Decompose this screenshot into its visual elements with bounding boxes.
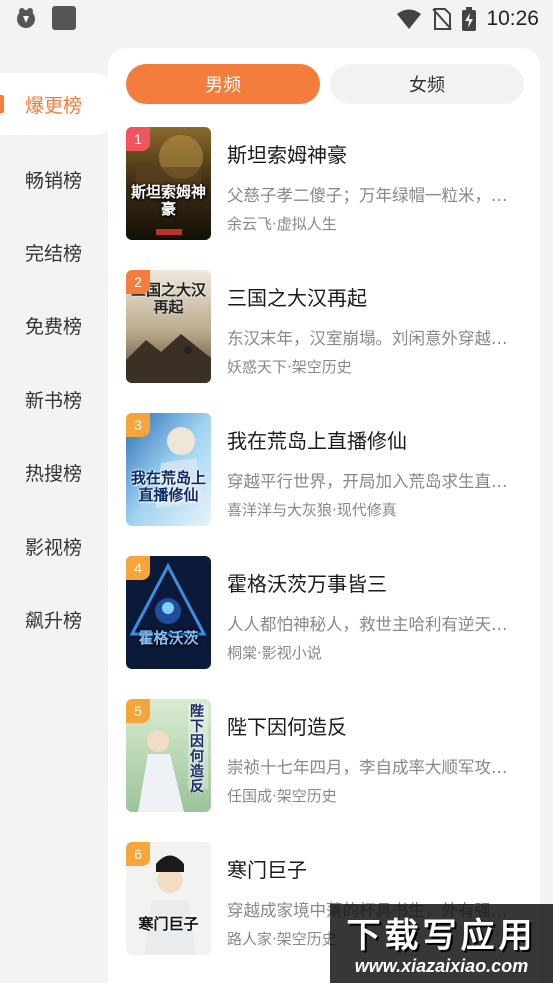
book-list-item[interactable]: 三国之大汉再起 2 三国之大汉再起 东汉末年，汉室崩塌。刘闲意外穿越到… 妖惑天… (126, 270, 526, 384)
tab-male[interactable]: 男频 (126, 64, 320, 104)
gender-tabs: 男频 女频 (126, 64, 524, 104)
sidebar-item-label: 热搜榜 (25, 462, 83, 485)
book-list-item[interactable]: 霍格沃茨 4 霍格沃茨万事皆三 人人都怕神秘人，救世主哈利有逆天的… 桐棠·影视… (126, 556, 526, 670)
book-category: 虚拟人生 (276, 215, 337, 233)
book-title: 我在荒岛上直播修仙 (227, 429, 407, 453)
sidebar-item-label: 新书榜 (25, 389, 83, 412)
tab-female[interactable]: 女频 (330, 64, 524, 104)
rank-badge: 3 (126, 413, 150, 437)
book-category: 影视小说 (261, 644, 322, 662)
sidebar-item-label: 爆更榜 (25, 94, 83, 117)
sidebar-item-yingshi[interactable]: 影视榜 (0, 515, 108, 577)
rank-badge: 2 (126, 270, 150, 294)
book-author: 路人家 (227, 930, 273, 948)
book-category: 架空历史 (276, 930, 337, 948)
cover-title: 斯坦索姆神豪 (130, 183, 206, 218)
book-cover: 三国之大汉再起 2 (126, 270, 211, 383)
rank-badge: 5 (126, 699, 150, 723)
book-author: 任国成 (227, 787, 273, 805)
sidebar-item-label: 影视榜 (25, 536, 83, 559)
no-sim-icon (432, 8, 453, 30)
book-author: 妖惑天下 (227, 358, 288, 376)
app-notification-icon (17, 8, 35, 28)
watermark-url: www.xiazaixiao.com (354, 956, 529, 976)
book-description: 人人都怕神秘人，救世主哈利有逆天的… (227, 615, 522, 634)
book-cover: 霍格沃茨 4 (126, 556, 211, 669)
sidebar-item-biaosheng[interactable]: 飙升榜 (0, 588, 108, 650)
book-list-item[interactable]: 斯坦索姆神豪 1 斯坦索姆神豪 父慈子孝二傻子；万年绿帽一粒米，一生… 余云飞·… (126, 127, 526, 241)
status-bar: 10:26 (0, 0, 553, 38)
book-meta: 喜洋洋与大灰狼·现代修真 (227, 499, 397, 520)
sidebar-item-xinshu[interactable]: 新书榜 (0, 368, 108, 430)
book-cover: 寒门巨子 6 (126, 842, 211, 955)
rank-badge: 1 (126, 127, 150, 151)
book-author: 喜洋洋与大灰狼 (227, 501, 333, 519)
book-cover: 陛下因何造反 5 (126, 699, 211, 812)
battery-charging-icon (462, 7, 477, 31)
book-description: 父慈子孝二傻子；万年绿帽一粒米，一生… (227, 186, 522, 205)
sidebar-item-label: 飙升榜 (25, 609, 83, 632)
status-icons: 10:26 (396, 4, 539, 34)
book-title: 寒门巨子 (227, 858, 307, 882)
rank-badge: 6 (126, 842, 150, 866)
sidebar-item-label: 免费榜 (25, 315, 83, 338)
clock: 10:26 (486, 7, 539, 30)
book-cover: 我在荒岛上直播修仙 3 (126, 413, 211, 526)
book-description: 崇祯十七年四月，李自成率大顺军攻入… (227, 758, 522, 777)
book-author: 余云飞 (227, 215, 273, 233)
book-title: 斯坦索姆神豪 (227, 143, 347, 167)
book-category: 架空历史 (291, 358, 352, 376)
book-author: 桐棠 (227, 644, 258, 662)
sidebar-item-label: 完结榜 (25, 242, 83, 265)
ranking-sidebar: 爆更榜 畅销榜 完结榜 免费榜 新书榜 热搜榜 影视榜 飙升榜 (0, 38, 110, 983)
cover-title: 霍格沃茨 (138, 629, 199, 647)
sidebar-item-mianfei[interactable]: 免费榜 (0, 294, 108, 356)
book-meta: 余云飞·虚拟人生 (227, 213, 337, 234)
book-list-item[interactable]: 陛下因何造反 5 陛下因何造反 崇祯十七年四月，李自成率大顺军攻入… 任国成·架… (126, 699, 526, 813)
sidebar-item-wanjie[interactable]: 完结榜 (0, 221, 108, 283)
book-cover: 斯坦索姆神豪 1 (126, 127, 211, 240)
book-list-item[interactable]: 我在荒岛上直播修仙 3 我在荒岛上直播修仙 穿越平行世界，开局加入荒岛求生直播…… (126, 413, 526, 527)
book-category: 现代修真 (336, 501, 397, 519)
book-meta: 任国成·架空历史 (227, 785, 337, 806)
book-category: 架空历史 (276, 787, 337, 805)
book-meta: 路人家·架空历史 (227, 928, 337, 949)
book-meta: 桐棠·影视小说 (227, 642, 322, 663)
book-description: 东汉末年，汉室崩塌。刘闲意外穿越到… (227, 329, 522, 348)
book-description: 穿越平行世界，开局加入荒岛求生直播… (227, 472, 522, 491)
rank-badge: 4 (126, 556, 150, 580)
cover-title: 寒门巨子 (138, 915, 199, 933)
site-watermark: 下载写应用 www.xiazaixiao.com (330, 904, 553, 983)
ranking-list-panel: 男频 女频 斯坦索姆神豪 1 斯坦索姆神豪 父慈子孝二傻子；万年绿帽一粒米，一生… (108, 48, 540, 983)
book-meta: 妖惑天下·架空历史 (227, 356, 352, 377)
cover-title: 陛下因何造反 (190, 704, 204, 795)
book-title: 三国之大汉再起 (227, 286, 367, 310)
sidebar-item-label: 畅销榜 (25, 169, 83, 192)
watermark-title: 下载写应用 (346, 916, 537, 956)
book-title: 陛下因何造反 (227, 715, 347, 739)
book-title: 霍格沃茨万事皆三 (227, 572, 387, 596)
sidebar-item-resou[interactable]: 热搜榜 (0, 441, 108, 503)
wifi-icon (397, 9, 422, 29)
cover-title: 我在荒岛上直播修仙 (130, 469, 206, 504)
sidebar-item-baogeng[interactable]: 爆更榜 (0, 73, 110, 135)
sidebar-item-changxiao[interactable]: 畅销榜 (0, 148, 108, 210)
app-square-icon (52, 6, 76, 30)
